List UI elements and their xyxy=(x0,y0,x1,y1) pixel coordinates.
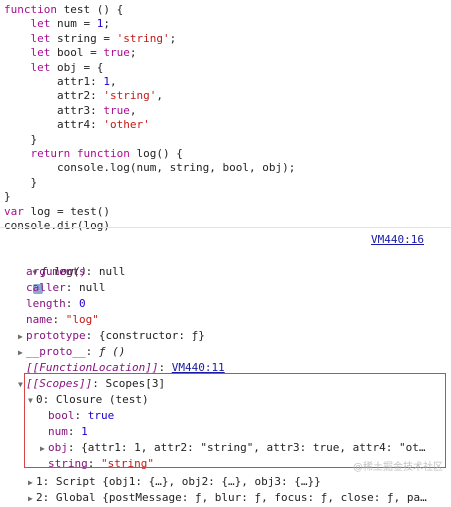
code-token: console.dir(log) xyxy=(4,219,110,233)
property-value: {constructor: ƒ} xyxy=(98,329,205,342)
code-line: let num = 1; xyxy=(4,17,295,31)
code-token: var xyxy=(4,204,24,218)
separator: : xyxy=(65,281,79,294)
code-token: let xyxy=(30,46,51,60)
separator: : xyxy=(52,313,66,326)
code-token: , xyxy=(156,89,163,103)
code-token: let xyxy=(30,60,51,74)
code-token: , xyxy=(129,103,137,117)
separator: : xyxy=(85,345,99,358)
code-token: attr2: xyxy=(4,89,104,103)
code-token: attr4: xyxy=(4,118,104,132)
code-token: } xyxy=(4,175,38,189)
console-divider xyxy=(0,227,451,228)
code-token: function xyxy=(76,147,130,161)
property-value: ƒ () xyxy=(98,345,126,358)
code-token: return xyxy=(30,147,71,161)
code-token: 'other' xyxy=(103,118,150,132)
property-value: null xyxy=(79,281,106,294)
code-token: num = xyxy=(50,17,97,31)
code-token: 'string' xyxy=(103,89,157,103)
property-value: null xyxy=(98,265,126,278)
tree-root[interactable]: ▼ ƒ log() i xyxy=(6,248,87,294)
property-value: "log" xyxy=(65,313,99,326)
code-block: function test () { let num = 1; let stri… xyxy=(4,3,295,234)
code-token: ; xyxy=(129,46,137,60)
tree-property-row[interactable]: ▶ prototype: {constructor: ƒ} xyxy=(18,328,205,344)
code-token: 'string' xyxy=(116,31,170,45)
code-token: 1 xyxy=(103,75,110,89)
expand-arrow-icon[interactable]: ▶ xyxy=(18,329,26,345)
code-line: attr2: 'string', xyxy=(4,89,295,103)
separator: : xyxy=(85,265,99,278)
code-token: ; xyxy=(169,31,177,45)
code-line: } xyxy=(4,133,295,147)
property-value: 2: Global {postMessage: ƒ, blur: ƒ, focu… xyxy=(36,491,427,504)
expand-arrow-icon[interactable]: ▶ xyxy=(18,345,26,361)
code-line: let obj = { xyxy=(4,61,295,75)
code-token: true xyxy=(103,103,130,117)
code-line: } xyxy=(4,176,295,190)
code-line: console.log(num, string, bool, obj); xyxy=(4,161,295,175)
code-line: function test () { xyxy=(4,3,295,17)
code-token: log = test() xyxy=(23,204,110,218)
property-key: prototype xyxy=(26,329,86,342)
code-token: bool = xyxy=(50,46,104,60)
code-token: , xyxy=(109,75,117,89)
code-token: string = xyxy=(50,31,117,45)
source-link[interactable]: VM440:16 xyxy=(371,233,424,246)
watermark: @稀土掘金技术社区 xyxy=(353,462,443,473)
tree-property-row: length: 0 xyxy=(18,296,86,312)
code-line: } xyxy=(4,190,295,204)
code-token: attr1: xyxy=(4,75,104,89)
separator: : xyxy=(65,297,79,310)
code-token: ; xyxy=(103,17,110,31)
code-line: var log = test() xyxy=(4,205,295,219)
tree-property-row: caller: null xyxy=(18,280,106,296)
code-line: attr4: 'other' xyxy=(4,118,295,132)
code-token: let xyxy=(30,17,51,31)
code-token: } xyxy=(4,132,38,146)
code-token: } xyxy=(4,190,11,204)
code-token: test () { xyxy=(56,3,124,16)
expand-arrow-icon[interactable]: ▶ xyxy=(28,491,36,507)
scopes-highlight xyxy=(24,373,446,468)
code-line: let bool = true; xyxy=(4,46,295,60)
code-line: let string = 'string'; xyxy=(4,32,295,46)
property-value: 0 xyxy=(79,297,86,310)
code-line: attr3: true, xyxy=(4,104,295,118)
code-token: let xyxy=(30,31,51,45)
code-token: log() { xyxy=(129,147,183,161)
property-key: arguments xyxy=(26,265,86,278)
scope-row[interactable]: ▶ 2: Global {postMessage: ƒ, blur: ƒ, foc… xyxy=(28,490,427,506)
expand-arrow-icon[interactable]: ▶ xyxy=(28,475,36,491)
property-key: length xyxy=(26,297,66,310)
code-token: true xyxy=(103,46,130,60)
code-line: attr1: 1, xyxy=(4,75,295,89)
tree-property-row: name: "log" xyxy=(18,312,99,328)
tree-property-row: arguments: null xyxy=(18,264,125,280)
code-token: attr3: xyxy=(4,103,104,117)
code-token: obj = { xyxy=(50,60,104,74)
code-token: console.log(num, string, bool, obj); xyxy=(4,161,296,175)
property-value: 1: Script {obj1: {…}, obj2: {…}, obj3: {… xyxy=(36,475,321,488)
scope-row[interactable]: ▶ 1: Script {obj1: {…}, obj2: {…}, obj3: … xyxy=(28,474,321,490)
code-token: function xyxy=(4,3,57,16)
property-key: name xyxy=(26,313,53,326)
tree-property-row[interactable]: ▶ __proto__: ƒ () xyxy=(18,344,125,360)
separator: : xyxy=(85,329,99,342)
property-key: caller xyxy=(26,281,66,294)
property-key: __proto__ xyxy=(26,345,86,358)
code-line: return function log() { xyxy=(4,147,295,161)
